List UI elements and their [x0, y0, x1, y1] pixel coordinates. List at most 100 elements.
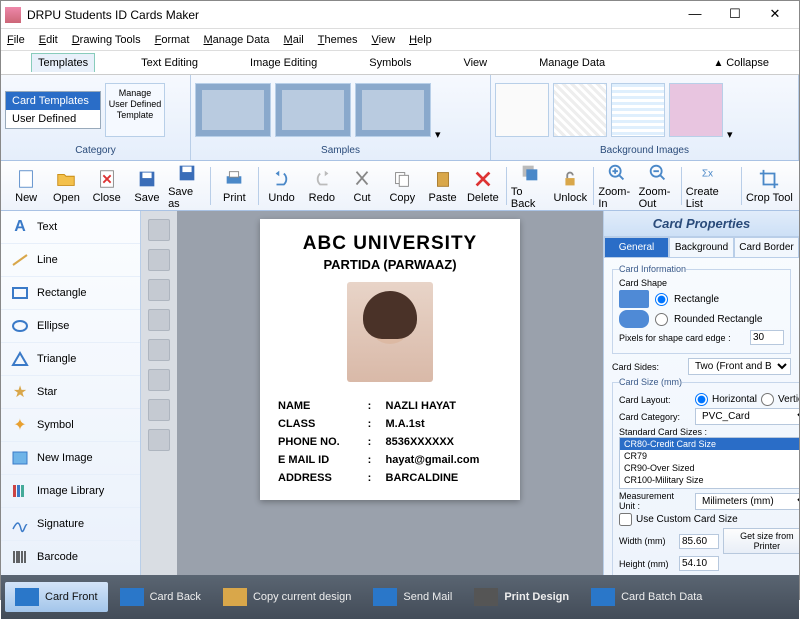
zoom-in-button[interactable]: Zoom-In — [598, 162, 636, 210]
size-option[interactable]: CR79 — [620, 450, 799, 462]
size-option[interactable]: CR80-Credit Card Size — [620, 438, 799, 450]
use-custom-checkbox[interactable] — [619, 513, 632, 526]
send-mail-button[interactable]: Send Mail — [363, 582, 462, 612]
category-list[interactable]: Card Templates User Defined — [5, 91, 101, 129]
tool-symbol[interactable]: ✦Symbol — [1, 409, 140, 442]
menu-view[interactable]: View — [372, 34, 396, 46]
crop-tool-button[interactable]: Crop Tool — [746, 168, 793, 204]
canvas[interactable]: ABC UNIVERSITY PARTIDA (PARWAAZ) NAME:NA… — [177, 211, 603, 575]
sample-thumb[interactable] — [275, 83, 351, 137]
menu-mail[interactable]: Mail — [284, 34, 304, 46]
tab-view[interactable]: View — [457, 54, 493, 72]
minimize-button[interactable]: — — [675, 2, 715, 28]
layer-tool-icon[interactable] — [148, 369, 170, 391]
card-sides-select[interactable]: Two (Front and Back) — [688, 358, 791, 375]
open-button[interactable]: Open — [47, 168, 85, 204]
unlock-button[interactable]: Unlock — [551, 168, 589, 204]
bg-thumb[interactable] — [495, 83, 549, 137]
delete-button[interactable]: Delete — [464, 168, 502, 204]
measure-unit-select[interactable]: Milimeters (mm) — [695, 493, 799, 510]
layer-tool-icon[interactable] — [148, 339, 170, 361]
sample-thumb[interactable] — [195, 83, 271, 137]
pixels-edge-input[interactable] — [750, 330, 784, 345]
redo-button[interactable]: Redo — [303, 168, 341, 204]
cut-button[interactable]: Cut — [343, 168, 381, 204]
layer-tool-icon[interactable] — [148, 309, 170, 331]
menu-help[interactable]: Help — [409, 34, 432, 46]
prop-tab-background[interactable]: Background — [669, 237, 734, 257]
save-as-button[interactable]: Save as — [168, 162, 206, 210]
tab-symbols[interactable]: Symbols — [363, 54, 417, 72]
menu-format[interactable]: Format — [155, 34, 190, 46]
bg-thumb[interactable] — [553, 83, 607, 137]
create-list-button[interactable]: ΣxCreate List — [686, 162, 737, 210]
width-input[interactable] — [679, 534, 719, 549]
card-photo[interactable] — [347, 282, 433, 382]
tool-rectangle[interactable]: Rectangle — [1, 277, 140, 310]
size-option[interactable]: CR100-Military Size — [620, 474, 799, 486]
shape-rectangle-radio[interactable] — [655, 293, 668, 306]
menu-themes[interactable]: Themes — [318, 34, 358, 46]
copy-button[interactable]: Copy — [383, 168, 421, 204]
maximize-button[interactable]: ☐ — [715, 2, 755, 28]
layer-tool-icon[interactable] — [148, 279, 170, 301]
standard-sizes-list[interactable]: CR80-Credit Card Size CR79 CR90-Over Siz… — [619, 437, 799, 489]
get-size-button[interactable]: Get size from Printer — [723, 528, 799, 554]
menu-edit[interactable]: Edit — [39, 34, 58, 46]
save-button[interactable]: Save — [128, 168, 166, 204]
to-back-button[interactable]: To Back — [511, 162, 549, 210]
card-fields: NAME:NAZLI HAYAT CLASS:M.A.1st PHONE NO.… — [278, 394, 502, 490]
layer-tool-icon[interactable] — [148, 399, 170, 421]
bg-thumb[interactable] — [611, 83, 665, 137]
layer-tool-icon[interactable] — [148, 429, 170, 451]
card-back-button[interactable]: Card Back — [110, 582, 211, 612]
size-option[interactable]: CR90-Over Sized — [620, 462, 799, 474]
layer-tool-icon[interactable] — [148, 219, 170, 241]
layout-vertical-radio[interactable] — [761, 393, 774, 406]
height-input[interactable] — [679, 556, 719, 571]
menu-manage-data[interactable]: Manage Data — [203, 34, 269, 46]
tool-ellipse[interactable]: Ellipse — [1, 310, 140, 343]
card-batch-button[interactable]: Card Batch Data — [581, 582, 712, 612]
tool-new-image[interactable]: New Image — [1, 442, 140, 475]
sample-thumb[interactable] — [355, 83, 431, 137]
undo-button[interactable]: Undo — [262, 168, 300, 204]
copy-design-button[interactable]: Copy current design — [213, 582, 361, 612]
layer-tool-icon[interactable] — [148, 249, 170, 271]
new-button[interactable]: New — [7, 168, 45, 204]
collapse-ribbon[interactable]: ▲ Collapse — [714, 57, 770, 69]
tool-star[interactable]: ★Star — [1, 376, 140, 409]
menu-drawing-tools[interactable]: Drawing Tools — [72, 34, 141, 46]
tab-image-editing[interactable]: Image Editing — [244, 54, 323, 72]
tool-text[interactable]: AText — [1, 211, 140, 244]
tab-text-editing[interactable]: Text Editing — [135, 54, 204, 72]
tool-barcode[interactable]: Barcode — [1, 541, 140, 574]
print-design-button[interactable]: Print Design — [464, 582, 579, 612]
tool-watermark[interactable]: Watermark — [1, 574, 140, 575]
category-user-defined[interactable]: User Defined — [6, 110, 100, 128]
tool-triangle[interactable]: Triangle — [1, 343, 140, 376]
card-category-select[interactable]: PVC_Card — [695, 408, 799, 425]
tool-image-library[interactable]: Image Library — [1, 475, 140, 508]
zoom-out-button[interactable]: Zoom-Out — [639, 162, 677, 210]
prop-tab-general[interactable]: General — [604, 237, 669, 257]
tab-manage-data[interactable]: Manage Data — [533, 54, 611, 72]
shape-rounded-radio[interactable] — [655, 313, 668, 326]
paste-button[interactable]: Paste — [423, 168, 461, 204]
print-button[interactable]: Print — [215, 168, 253, 204]
category-card-templates[interactable]: Card Templates — [6, 92, 100, 110]
bg-more-icon[interactable]: ▾ — [727, 128, 733, 141]
id-card[interactable]: ABC UNIVERSITY PARTIDA (PARWAAZ) NAME:NA… — [260, 219, 520, 500]
tab-templates[interactable]: Templates — [31, 53, 95, 72]
tool-signature[interactable]: Signature — [1, 508, 140, 541]
manage-template-button[interactable]: Manage User Defined Template — [105, 83, 165, 137]
prop-tab-border[interactable]: Card Border — [734, 237, 799, 257]
samples-more-icon[interactable]: ▾ — [435, 128, 441, 141]
tool-line[interactable]: Line — [1, 244, 140, 277]
menu-file[interactable]: File — [7, 34, 25, 46]
bg-thumb[interactable] — [669, 83, 723, 137]
close-button[interactable]: ✕ — [755, 2, 795, 28]
layout-horizontal-radio[interactable] — [695, 393, 708, 406]
card-front-button[interactable]: Card Front — [5, 582, 108, 612]
close-file-button[interactable]: Close — [88, 168, 126, 204]
